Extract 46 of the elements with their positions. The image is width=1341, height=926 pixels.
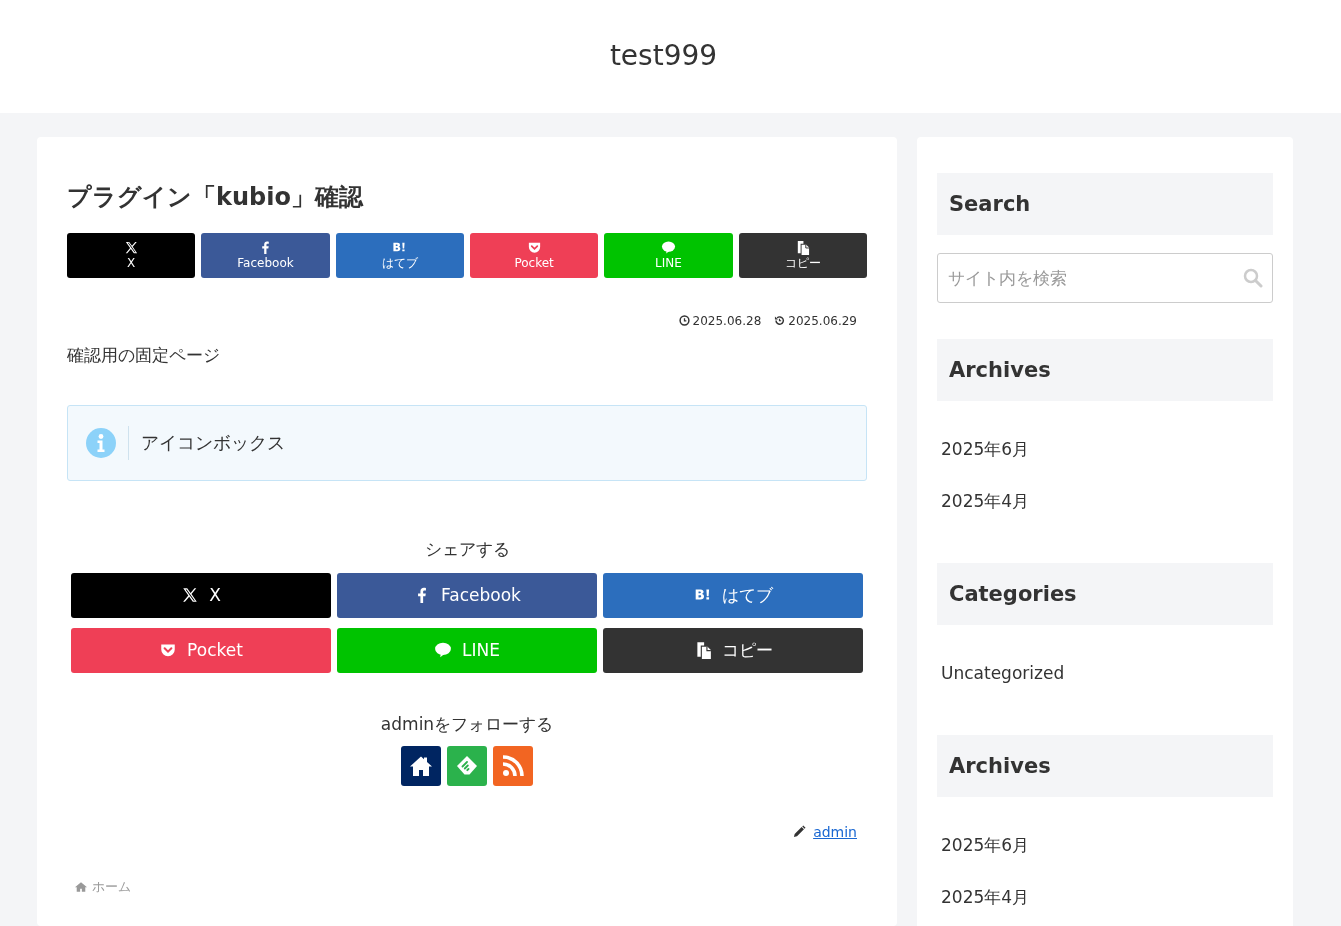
hatena-share-button[interactable]: はてブ: [603, 572, 863, 618]
search-icon[interactable]: [1243, 268, 1263, 288]
feedly-logo-icon: [455, 753, 479, 778]
sidebar-link[interactable]: Uncategorized: [941, 663, 1065, 683]
x-share-button[interactable]: X: [71, 572, 331, 618]
sidebar-link[interactable]: 2025年4月: [941, 885, 1030, 909]
article-title: プラグイン「kubio」確認: [67, 182, 365, 213]
sidebar-link[interactable]: 2025年4月: [941, 489, 1030, 513]
info-box-text: アイコンボックス: [128, 425, 285, 460]
x-share-button[interactable]: X: [67, 232, 196, 278]
hatena-share-button[interactable]: はてブ: [335, 232, 464, 278]
widget-heading: Archives: [937, 339, 1273, 401]
search-field[interactable]: サイト内を検索: [937, 253, 1273, 303]
facebook-share-button[interactable]: Facebook: [337, 572, 597, 618]
history-icon: [774, 315, 786, 327]
clock-icon: [678, 315, 690, 327]
author-link[interactable]: admin: [813, 823, 857, 840]
widget-heading: Search: [937, 173, 1273, 235]
pocket-logo-icon: [526, 240, 542, 255]
home-follow-button[interactable]: [401, 745, 441, 786]
copy-button[interactable]: コピー: [603, 627, 863, 673]
widget-heading: Categories: [937, 563, 1273, 625]
share-heading: シェアする: [423, 537, 511, 561]
body-text: 確認用の固定ページ: [67, 343, 221, 367]
posted-date: 2025.06.28: [692, 313, 762, 328]
pocket-share-button[interactable]: Pocket: [71, 627, 331, 673]
feedly-follow-button[interactable]: [447, 745, 487, 786]
line-logo-icon: [434, 641, 452, 660]
info-icon: [86, 427, 116, 458]
line-logo-icon: [661, 240, 676, 255]
widget-heading: Archives: [937, 735, 1273, 797]
rss-follow-button[interactable]: [493, 745, 533, 786]
sidebar-link[interactable]: 2025年6月: [941, 437, 1030, 461]
x-logo-icon: [181, 586, 200, 605]
updated-date: 2025.06.29: [788, 313, 857, 328]
home-icon: [75, 881, 87, 893]
copy-button[interactable]: コピー: [738, 232, 867, 278]
rss-icon: [501, 753, 525, 778]
pencil-icon: [793, 825, 807, 839]
site-title[interactable]: test999: [609, 39, 718, 72]
facebook-share-button[interactable]: Facebook: [201, 232, 330, 278]
x-logo-icon: [123, 240, 139, 255]
copy-icon: [795, 240, 811, 255]
sidebar-link[interactable]: 2025年6月: [941, 833, 1030, 857]
follow-heading: adminをフォローする: [379, 712, 555, 736]
pocket-share-button[interactable]: Pocket: [470, 232, 599, 278]
